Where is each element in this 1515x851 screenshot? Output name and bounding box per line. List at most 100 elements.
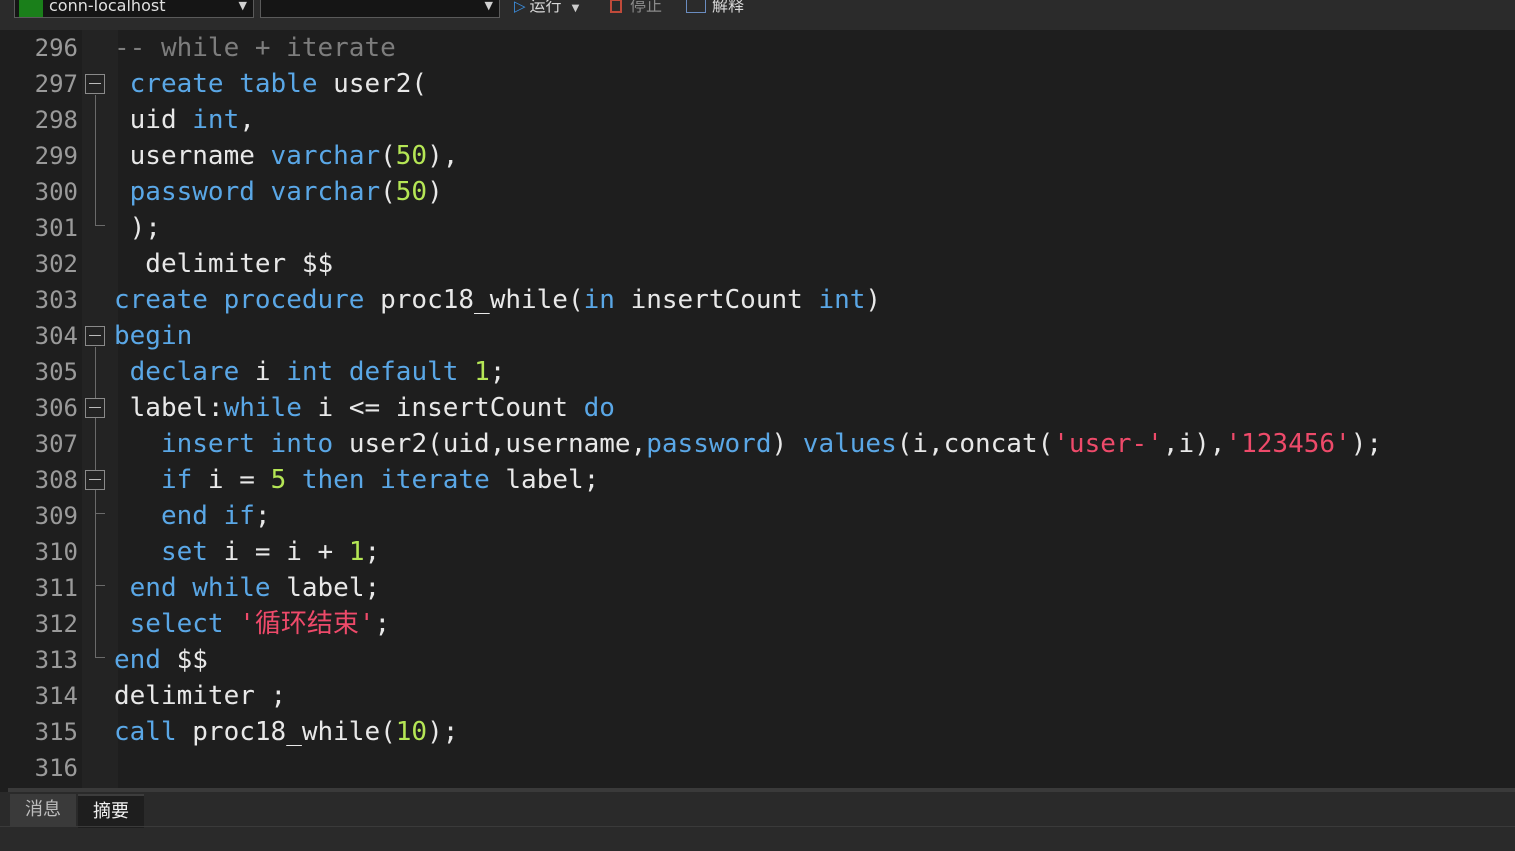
line-number: 312 <box>34 610 78 638</box>
code-token: ), <box>427 141 459 171</box>
line-number: 316 <box>34 754 78 782</box>
tab-divider <box>0 826 1515 827</box>
code-token: -- while + iterate <box>114 33 396 63</box>
code-token: end <box>160 501 208 531</box>
code-token: user2(uid,username, <box>333 429 647 459</box>
code-token: then <box>301 465 365 495</box>
fold-collapse-icon[interactable] <box>85 398 105 418</box>
chevron-down-icon: ▼ <box>238 0 247 12</box>
code-line: username varchar(50), <box>114 138 459 174</box>
code-token: ,i), <box>1162 429 1226 459</box>
code-token: iterate <box>380 465 490 495</box>
code-token: in <box>583 285 615 315</box>
code-line: -- while + iterate <box>114 30 396 66</box>
code-token: int <box>818 285 866 315</box>
sql-editor[interactable]: 296 -- while + iterate 297 create table us… <box>8 30 1515 790</box>
line-number: 307 <box>34 430 78 458</box>
code-token: 5 <box>270 465 287 495</box>
code-token: begin <box>114 321 193 351</box>
code-token: default <box>348 357 459 387</box>
code-token: uid <box>114 105 193 135</box>
fold-collapse-icon[interactable] <box>85 326 105 346</box>
code-token: (i,concat( <box>896 429 1054 459</box>
code-token: while <box>223 393 302 423</box>
line-number: 303 <box>34 286 78 314</box>
fold-collapse-icon[interactable] <box>85 74 105 94</box>
code-token: 'user-' <box>1053 429 1163 459</box>
stop-button[interactable]: 停止 <box>610 0 662 18</box>
code-line: select '循环结束'; <box>114 606 391 642</box>
code-line: create procedure proc18_while(in insertC… <box>114 282 881 318</box>
code-token: username <box>114 141 271 171</box>
line-number: 313 <box>34 646 78 674</box>
code-token: password <box>646 429 772 459</box>
code-token: i <box>239 357 287 387</box>
code-token: 50 <box>395 141 428 171</box>
code-token: into <box>270 429 334 459</box>
explain-button-label: 解释 <box>712 0 745 15</box>
line-number: 315 <box>34 718 78 746</box>
connection-select-value: conn-localhost <box>49 0 166 15</box>
code-token: ( <box>380 141 396 171</box>
code-token: int <box>286 357 334 387</box>
code-line: insert into user2(uid,username,password)… <box>114 426 1382 462</box>
code-token: if <box>223 501 255 531</box>
code-line: declare i int default 1; <box>114 354 506 390</box>
code-token: delimiter ; <box>114 681 287 711</box>
code-token: '循环结束' <box>239 609 375 639</box>
code-token: insertCount <box>614 285 819 315</box>
line-number: 306 <box>34 394 78 422</box>
code-token: proc18_while( <box>176 717 396 747</box>
code-token: label; <box>270 573 381 603</box>
code-token: delimiter $$ <box>114 249 334 279</box>
code-token: 10 <box>395 717 428 747</box>
code-token: 1 <box>348 537 365 567</box>
code-line: end if; <box>114 498 271 534</box>
code-line: begin <box>114 318 192 354</box>
line-number: 300 <box>34 178 78 206</box>
run-button-label: 运行 <box>529 0 562 15</box>
code-token: set <box>160 537 208 567</box>
line-number: 311 <box>34 574 78 602</box>
connection-select[interactable]: conn-localhost ▼ <box>14 0 254 18</box>
code-line: delimiter $$ <box>114 246 333 282</box>
database-select[interactable]: ▼ <box>260 0 500 18</box>
explain-button[interactable]: 解释 <box>686 0 744 18</box>
line-number: 310 <box>34 538 78 566</box>
code-token: table <box>239 69 318 99</box>
code-token: varchar <box>270 141 381 171</box>
code-token: int <box>192 105 240 135</box>
line-number: 309 <box>34 502 78 530</box>
code-token: , <box>239 105 255 135</box>
line-number: 302 <box>34 250 78 278</box>
code-token: i = i + <box>207 537 349 567</box>
code-line: call proc18_while(10); <box>114 714 458 750</box>
run-button[interactable]: ▷ 运行 ▼ <box>514 0 579 18</box>
code-token: insert <box>160 429 255 459</box>
code-token: ); <box>427 717 459 747</box>
toolbar: conn-localhost ▼ ▼ ▷ 运行 ▼ 停止 解释 <box>0 0 1515 30</box>
line-number: 305 <box>34 358 78 386</box>
tab-summary[interactable]: 摘要 <box>78 794 144 828</box>
code-token: select <box>129 609 224 639</box>
fold-collapse-icon[interactable] <box>85 470 105 490</box>
explain-icon <box>686 0 706 13</box>
tab-messages[interactable]: 消息 <box>10 794 76 826</box>
code-token: create <box>114 285 208 315</box>
code-token: i <= insertCount <box>301 393 584 423</box>
line-number: 308 <box>34 466 78 494</box>
code-line: end while label; <box>114 570 380 606</box>
run-dropdown-icon[interactable]: ▼ <box>572 3 580 14</box>
